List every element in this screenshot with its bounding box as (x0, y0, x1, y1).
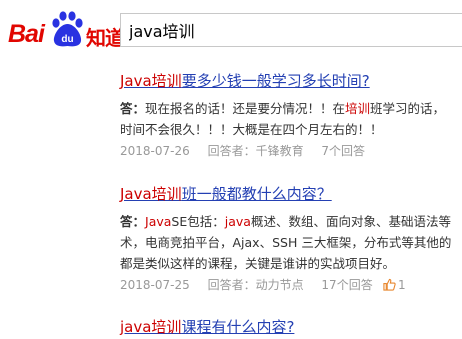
title-highlight: Java培训 (120, 72, 182, 90)
answer-count: 17个回答 (321, 278, 373, 292)
logo-du-text: du (61, 34, 73, 45)
answer-snippet: 答：JavaSE包括：java概述、数组、面向对象、基础语法等 术，电商竞拍平台… (120, 211, 462, 274)
title-highlight: java培训 (120, 318, 182, 336)
answer-label: 答： (120, 214, 146, 229)
answer-date: 2018-07-26 (120, 144, 190, 158)
title-text: 课程有什么内容? (181, 318, 295, 336)
answerer: 回答者：千锋教育 (207, 144, 304, 158)
search-input[interactable] (129, 18, 459, 42)
title-highlight: Java培训 (120, 185, 182, 203)
answer-text: 现在报名的话！还是要分情况！！在 (145, 101, 346, 116)
title-text: 要多少钱一般学习多长时间? (181, 72, 370, 90)
result-title-link[interactable]: Java培训要多少钱一般学习多长时间? (120, 71, 462, 91)
answer-count: 7个回答 (321, 144, 366, 158)
paw-icon: du (52, 11, 83, 47)
answer-snippet: 答：现在报名的话！还是要分情况！！在培训班学习的话， 时间不会很久！！！大概是在… (120, 98, 462, 140)
result-title-link[interactable]: Java培训班一般都教什么内容？ (120, 184, 462, 204)
search-box[interactable] (120, 13, 462, 47)
baidu-zhidao-logo[interactable]: Bai du 知道 (8, 8, 125, 52)
answer-text: 都是类似这样的课程，关键是谁讲的实战项目好。 (120, 256, 396, 271)
result-item: java培训课程有什么内容? (120, 317, 462, 337)
answer-highlight: 培训 (345, 101, 371, 116)
answerer: 回答者：动力节点 (207, 278, 304, 292)
answer-label: 答： (120, 101, 146, 116)
answer-text: 术，电商竞拍平台，Ajax、SSH 三大框架，分布式等其他的 (120, 235, 452, 250)
answer-text: SE包括： (171, 214, 225, 229)
title-text: 班一般都教什么内容？ (181, 185, 332, 203)
header: Bai du 知道 (0, 0, 462, 66)
result-title-link[interactable]: java培训课程有什么内容? (120, 317, 462, 337)
logo-bai-text: Bai (8, 20, 45, 48)
result-item: Java培训班一般都教什么内容？ 答：JavaSE包括：java概述、数组、面向… (120, 184, 462, 293)
result-meta: 2018-07-26 回答者：千锋教育 7个回答 (120, 143, 462, 159)
like-button[interactable]: 1 (383, 277, 420, 293)
answer-text: 概述、数组、面向对象、基础语法等 (250, 214, 451, 229)
answer-text: 时间不会很久！！！大概是在四个月左右的！！ (120, 122, 383, 137)
result-meta: 2018-07-25 回答者：动力节点 17个回答 1 (120, 277, 462, 293)
result-item: Java培训要多少钱一般学习多长时间? 答：现在报名的话！还是要分情况！！在培训… (120, 71, 462, 159)
answer-highlight: java (224, 214, 251, 229)
answer-date: 2018-07-25 (120, 278, 190, 292)
thumbs-up-icon (383, 278, 396, 291)
logo-zhidao-text: 知道 (86, 26, 125, 50)
answer-highlight: Java (145, 214, 172, 229)
like-count: 1 (398, 278, 406, 292)
answer-text: 班学习的话， (370, 101, 446, 116)
